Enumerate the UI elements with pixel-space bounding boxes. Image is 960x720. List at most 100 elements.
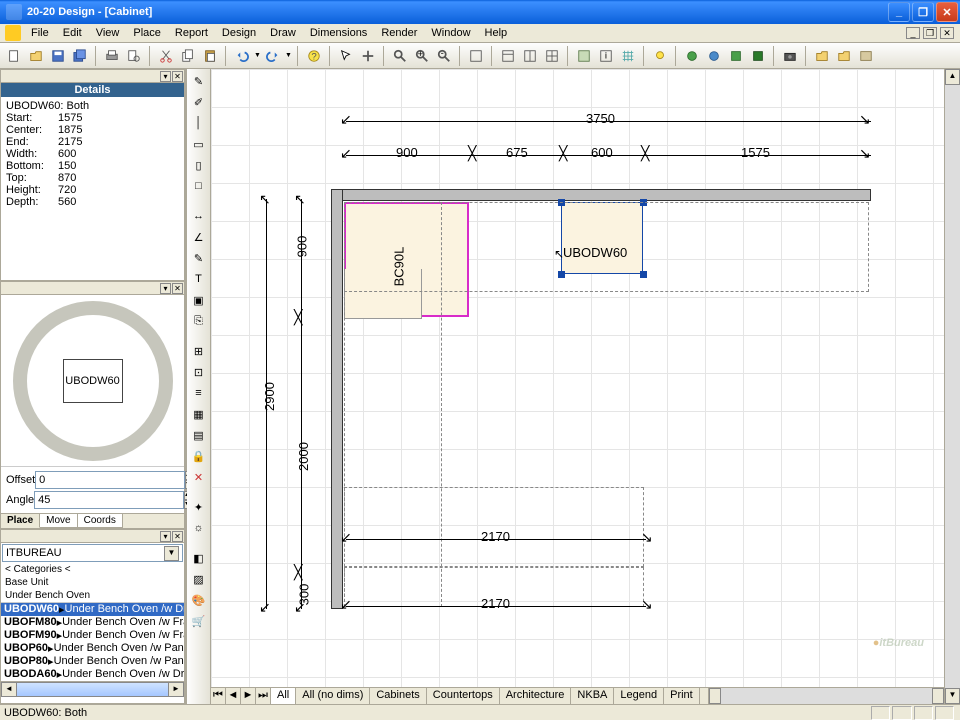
- menu-help[interactable]: Help: [478, 26, 515, 40]
- vtool-text[interactable]: T: [189, 270, 209, 288]
- vtool-material[interactable]: ◧: [189, 549, 209, 567]
- vtool-ungroup[interactable]: ▤: [189, 426, 209, 444]
- refresh-button[interactable]: [466, 46, 486, 66]
- vtool-wall[interactable]: ▯: [189, 156, 209, 174]
- catalog-crumb-base[interactable]: Base Unit: [1, 576, 184, 589]
- list-item[interactable]: UBODA60▸Under Bench Oven /w Draw: [1, 668, 184, 681]
- tab-last-icon[interactable]: ⏭: [256, 688, 271, 704]
- vscroll-up-icon[interactable]: ▲: [945, 69, 960, 85]
- vtool-pencil[interactable]: ✐: [189, 93, 209, 111]
- combo-arrow-icon[interactable]: ▼: [164, 546, 179, 561]
- vtool-lock[interactable]: 🔒: [189, 447, 209, 465]
- vtool-dim[interactable]: ↔: [189, 207, 209, 225]
- layers-button[interactable]: [574, 46, 594, 66]
- undo-button[interactable]: [232, 46, 252, 66]
- menu-dimensions[interactable]: Dimensions: [303, 26, 374, 40]
- vtool-paint[interactable]: ▨: [189, 570, 209, 588]
- minimize-button[interactable]: _: [888, 2, 910, 22]
- canvas-tab-all[interactable]: All: [271, 688, 296, 704]
- zoomin-button[interactable]: +: [412, 46, 432, 66]
- canvas-tab-print[interactable]: Print: [664, 688, 700, 704]
- vtool-angle[interactable]: ∠: [189, 228, 209, 246]
- zoomout-button[interactable]: -: [434, 46, 454, 66]
- vtool-image[interactable]: ▣: [189, 291, 209, 309]
- saveall-button[interactable]: [70, 46, 90, 66]
- canvas-tab-cabinets[interactable]: Cabinets: [370, 688, 426, 704]
- tab-first-icon[interactable]: ⏮: [211, 688, 226, 704]
- save-button[interactable]: [48, 46, 68, 66]
- select-button[interactable]: [336, 46, 356, 66]
- vtool-square[interactable]: □: [189, 177, 209, 195]
- render1-button[interactable]: [682, 46, 702, 66]
- canvas-tab-countertops[interactable]: Countertops: [427, 688, 500, 704]
- vtool-delete[interactable]: ✕: [189, 468, 209, 486]
- menu-window[interactable]: Window: [424, 26, 477, 40]
- paste-button[interactable]: [200, 46, 220, 66]
- tab-prev-icon[interactable]: ◄: [226, 688, 241, 704]
- printpreview-button[interactable]: [124, 46, 144, 66]
- folder1-button[interactable]: [812, 46, 832, 66]
- details-dropdown-icon[interactable]: ▾: [160, 71, 171, 82]
- light-button[interactable]: [650, 46, 670, 66]
- cut-button[interactable]: [156, 46, 176, 66]
- vtool-palette[interactable]: 🎨: [189, 591, 209, 609]
- camera-button[interactable]: [780, 46, 800, 66]
- catalog-combo[interactable]: ITBUREAU ▼: [2, 544, 183, 562]
- canvas-tab-allnodims[interactable]: All (no dims): [296, 688, 370, 704]
- mdi-close[interactable]: ✕: [940, 27, 954, 39]
- catalog-close-icon[interactable]: ✕: [172, 531, 183, 542]
- details-close-icon[interactable]: ✕: [172, 71, 183, 82]
- grid-button[interactable]: [618, 46, 638, 66]
- tab-next-icon[interactable]: ►: [241, 688, 256, 704]
- menu-design[interactable]: Design: [215, 26, 263, 40]
- close-button[interactable]: ✕: [936, 2, 958, 22]
- orientation-wheel[interactable]: UBODW60: [13, 301, 173, 461]
- new-button[interactable]: [4, 46, 24, 66]
- menu-render[interactable]: Render: [374, 26, 424, 40]
- list-item[interactable]: UBOP80▸Under Bench Oven /w Pane: [1, 655, 184, 668]
- vtool-snap[interactable]: ⊡: [189, 363, 209, 381]
- redo-button[interactable]: [263, 46, 283, 66]
- layout1-button[interactable]: [498, 46, 518, 66]
- vtool-group[interactable]: ▦: [189, 405, 209, 423]
- menu-draw[interactable]: Draw: [263, 26, 303, 40]
- vscroll-down-icon[interactable]: ▼: [945, 688, 960, 704]
- pan-button[interactable]: [358, 46, 378, 66]
- folder3-button[interactable]: [856, 46, 876, 66]
- layout3-button[interactable]: [542, 46, 562, 66]
- vtool-line[interactable]: │: [189, 114, 209, 132]
- hscroll-right-icon[interactable]: ►: [168, 682, 184, 697]
- layout2-button[interactable]: [520, 46, 540, 66]
- canvas-tab-architecture[interactable]: Architecture: [500, 688, 572, 704]
- menu-file[interactable]: File: [24, 26, 56, 40]
- folder2-button[interactable]: [834, 46, 854, 66]
- preview-close-icon[interactable]: ✕: [172, 283, 183, 294]
- vtool-layers[interactable]: ≡: [189, 384, 209, 402]
- catalog-crumb-underbench[interactable]: Under Bench Oven: [1, 589, 184, 602]
- render2-button[interactable]: [704, 46, 724, 66]
- angle-input[interactable]: [34, 491, 184, 509]
- vtool-rect[interactable]: ▭: [189, 135, 209, 153]
- vtool-pointer[interactable]: ✎: [189, 72, 209, 90]
- zoom-button[interactable]: [390, 46, 410, 66]
- vtool-cart[interactable]: 🛒: [189, 612, 209, 630]
- tab-move[interactable]: Move: [40, 514, 77, 528]
- vtool-note[interactable]: ✎: [189, 249, 209, 267]
- list-item[interactable]: UBOFM80▸Under Bench Oven /w Fram: [1, 616, 184, 629]
- props-button[interactable]: i: [596, 46, 616, 66]
- list-item[interactable]: UBODW60▸Under Bench Oven /w Draw: [1, 603, 184, 616]
- catalog-crumb-categories[interactable]: < Categories <: [1, 563, 184, 576]
- canvas-tab-legend[interactable]: Legend: [614, 688, 664, 704]
- mdi-minimize[interactable]: _: [906, 27, 920, 39]
- render4-button[interactable]: [748, 46, 768, 66]
- offset-input[interactable]: [35, 471, 185, 489]
- copy-button[interactable]: [178, 46, 198, 66]
- canvas-hscroll[interactable]: [708, 688, 944, 704]
- menu-place[interactable]: Place: [126, 26, 168, 40]
- vtool-grid[interactable]: ⊞: [189, 342, 209, 360]
- open-button[interactable]: [26, 46, 46, 66]
- tab-place[interactable]: Place: [1, 514, 40, 528]
- list-item[interactable]: UBOFM90▸Under Bench Oven /w Fram: [1, 629, 184, 642]
- vtool-link[interactable]: ⎘: [189, 312, 209, 330]
- render3-button[interactable]: [726, 46, 746, 66]
